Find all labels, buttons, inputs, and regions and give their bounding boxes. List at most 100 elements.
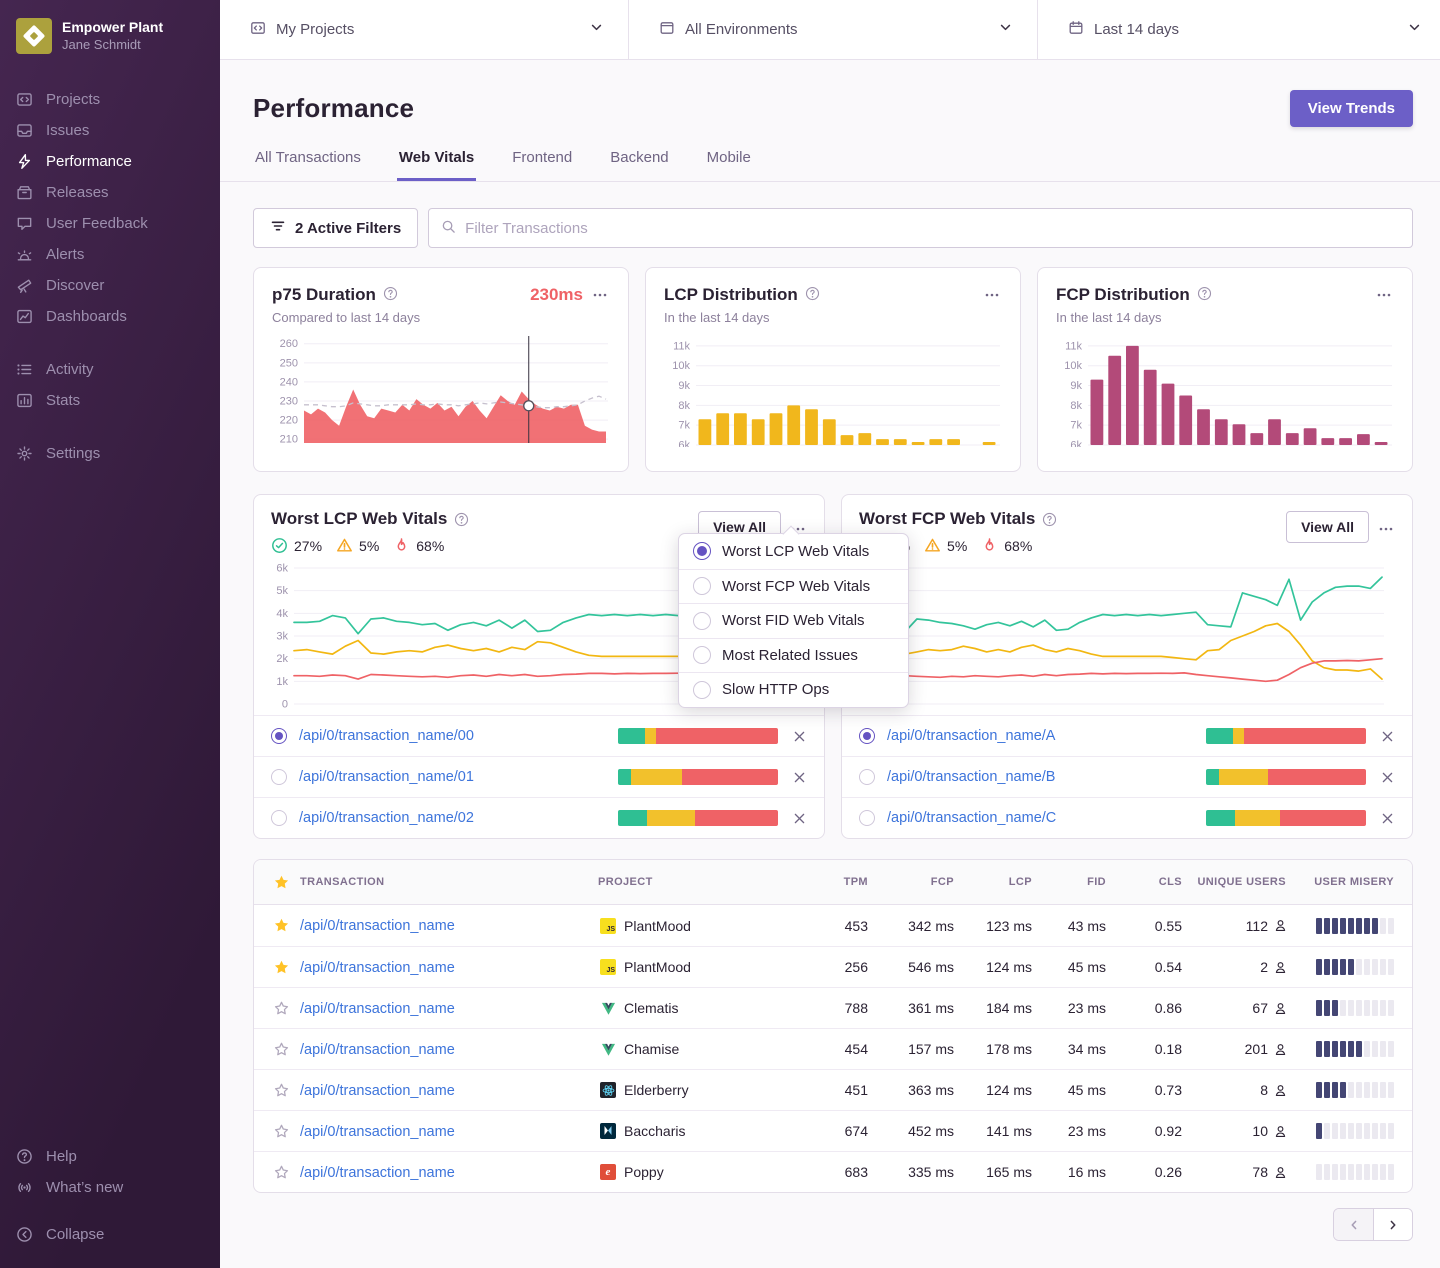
sidebar-item-help[interactable]: Help xyxy=(0,1141,220,1172)
sidebar-item-discover[interactable]: Discover xyxy=(0,270,220,301)
vital-row-radio[interactable] xyxy=(271,810,287,826)
dropdown-option-radio[interactable] xyxy=(693,542,711,560)
transaction-link[interactable]: /api/0/transaction_name xyxy=(300,1124,455,1140)
tab-mobile[interactable]: Mobile xyxy=(705,149,753,181)
col-header-tpm[interactable]: TPM xyxy=(806,876,870,888)
transaction-link[interactable]: /api/0/transaction_name xyxy=(300,1001,455,1017)
star-toggle-button[interactable] xyxy=(273,1123,290,1140)
star-toggle-button[interactable] xyxy=(273,1041,290,1058)
previous-page-button[interactable] xyxy=(1334,1209,1373,1240)
tab-web-vitals[interactable]: Web Vitals xyxy=(397,149,476,181)
vital-row-radio[interactable] xyxy=(859,769,875,785)
vital-row-radio[interactable] xyxy=(859,728,875,744)
col-header-unique-users[interactable]: UNIQUE USERS xyxy=(1184,876,1302,888)
col-header-fid[interactable]: FID xyxy=(1034,876,1108,888)
sidebar-item-feedback[interactable]: User Feedback xyxy=(0,208,220,239)
dropdown-option-radio[interactable] xyxy=(693,577,711,595)
sidebar-item-whatsnew[interactable]: What’s new xyxy=(0,1172,220,1203)
dropdown-option-radio[interactable] xyxy=(693,646,711,664)
tab-backend[interactable]: Backend xyxy=(608,149,670,181)
dropdown-option-radio[interactable] xyxy=(693,612,711,630)
star-toggle-button[interactable] xyxy=(273,1000,290,1017)
org-name: Empower Plant xyxy=(62,18,163,36)
project-selector[interactable]: My Projects xyxy=(220,0,629,59)
project-cell[interactable]: Clematis xyxy=(598,1000,806,1016)
vitals-card-menu-button[interactable] xyxy=(1376,517,1396,541)
project-cell[interactable]: Chamise xyxy=(598,1041,806,1057)
vital-transaction-link[interactable]: /api/0/transaction_name/B xyxy=(887,769,1194,785)
star-toggle-button[interactable] xyxy=(273,917,290,934)
org-switcher[interactable]: Empower Plant Jane Schmidt xyxy=(0,14,220,58)
sidebar-item-settings[interactable]: Settings xyxy=(0,438,220,469)
remove-transaction-button[interactable] xyxy=(1378,727,1397,746)
col-header-project[interactable]: PROJECT xyxy=(598,876,806,888)
star-toggle-button[interactable] xyxy=(273,1164,290,1181)
remove-transaction-button[interactable] xyxy=(1378,809,1397,828)
vital-transaction-link[interactable]: /api/0/transaction_name/A xyxy=(887,728,1194,744)
tab-all-transactions[interactable]: All Transactions xyxy=(253,149,363,181)
poor-badge: 68% xyxy=(981,537,1032,554)
star-toggle-button[interactable] xyxy=(273,1082,290,1099)
sidebar-item-dashboards[interactable]: Dashboards xyxy=(0,301,220,332)
col-header-user-misery[interactable]: USER MISERY xyxy=(1302,876,1412,888)
transaction-link[interactable]: /api/0/transaction_name xyxy=(300,1083,455,1099)
sidebar-item-activity[interactable]: Activity xyxy=(0,354,220,385)
transaction-search-input[interactable] xyxy=(465,220,1400,237)
remove-transaction-button[interactable] xyxy=(790,768,809,787)
project-cell[interactable]: Baccharis xyxy=(598,1123,806,1139)
sidebar-item-stats[interactable]: Stats xyxy=(0,385,220,416)
environment-selector[interactable]: All Environments xyxy=(629,0,1038,59)
transaction-link[interactable]: /api/0/transaction_name xyxy=(300,1165,455,1181)
next-page-button[interactable] xyxy=(1373,1209,1412,1240)
col-header-lcp[interactable]: LCP xyxy=(956,876,1034,888)
sidebar-item-projects[interactable]: Projects xyxy=(0,84,220,115)
remove-transaction-button[interactable] xyxy=(790,727,809,746)
p75-card-menu-button[interactable] xyxy=(590,283,610,307)
tab-frontend[interactable]: Frontend xyxy=(510,149,574,181)
fcp-value: 157 ms xyxy=(870,1041,956,1057)
transaction-link[interactable]: /api/0/transaction_name xyxy=(300,1042,455,1058)
sidebar-item-performance[interactable]: Performance xyxy=(0,146,220,177)
col-header-fcp[interactable]: FCP xyxy=(870,876,956,888)
vital-row-radio[interactable] xyxy=(271,728,287,744)
vital-row-radio[interactable] xyxy=(271,769,287,785)
dropdown-option-worst-lcp-web-vitals[interactable]: Worst LCP Web Vitals xyxy=(679,534,908,569)
vital-transaction-link[interactable]: /api/0/transaction_name/02 xyxy=(299,810,606,826)
col-header-transaction[interactable]: TRANSACTION xyxy=(300,876,598,888)
col-header-cls[interactable]: CLS xyxy=(1108,876,1184,888)
project-cell[interactable]: Elderberry xyxy=(598,1082,806,1098)
sidebar-item-releases[interactable]: Releases xyxy=(0,177,220,208)
remove-transaction-button[interactable] xyxy=(790,809,809,828)
project-cell[interactable]: JSPlantMood xyxy=(598,959,806,975)
date-range-selector[interactable]: Last 14 days xyxy=(1038,0,1440,59)
header-star-icon[interactable] xyxy=(273,874,290,891)
view-all-button[interactable]: View All xyxy=(1286,511,1369,543)
star-toggle-button[interactable] xyxy=(273,959,290,976)
dropdown-option-slow-http-ops[interactable]: Slow HTTP Ops xyxy=(679,672,908,707)
transaction-link[interactable]: /api/0/transaction_name xyxy=(300,918,455,934)
vital-transaction-row: /api/0/transaction_name/C xyxy=(842,797,1412,838)
project-cell[interactable]: JSPlantMood xyxy=(598,918,806,934)
active-filters-button[interactable]: 2 Active Filters xyxy=(253,208,418,248)
cls-value: 0.54 xyxy=(1108,959,1184,975)
fcp-dist-menu-button[interactable] xyxy=(1374,283,1394,307)
transaction-link[interactable]: /api/0/transaction_name xyxy=(300,960,455,976)
view-trends-button[interactable]: View Trends xyxy=(1290,90,1413,127)
vital-transaction-link[interactable]: /api/0/transaction_name/00 xyxy=(299,728,606,744)
sidebar-item-alerts[interactable]: Alerts xyxy=(0,239,220,270)
dropdown-option-worst-fcp-web-vitals[interactable]: Worst FCP Web Vitals xyxy=(679,569,908,604)
sidebar-item-issues[interactable]: Issues xyxy=(0,115,220,146)
dropdown-option-worst-fid-web-vitals[interactable]: Worst FID Web Vitals xyxy=(679,603,908,638)
project-cell[interactable]: ePoppy xyxy=(598,1164,806,1180)
svg-text:250: 250 xyxy=(280,357,298,369)
vitals-segment-bar xyxy=(618,810,778,826)
vital-transaction-link[interactable]: /api/0/transaction_name/C xyxy=(887,810,1194,826)
dropdown-option-most-related-issues[interactable]: Most Related Issues xyxy=(679,638,908,673)
lcp-value: 178 ms xyxy=(956,1041,1034,1057)
vital-transaction-link[interactable]: /api/0/transaction_name/01 xyxy=(299,769,606,785)
dropdown-option-radio[interactable] xyxy=(693,681,711,699)
vital-row-radio[interactable] xyxy=(859,810,875,826)
lcp-dist-menu-button[interactable] xyxy=(982,283,1002,307)
remove-transaction-button[interactable] xyxy=(1378,768,1397,787)
sidebar-item-collapse[interactable]: Collapse xyxy=(0,1219,220,1250)
